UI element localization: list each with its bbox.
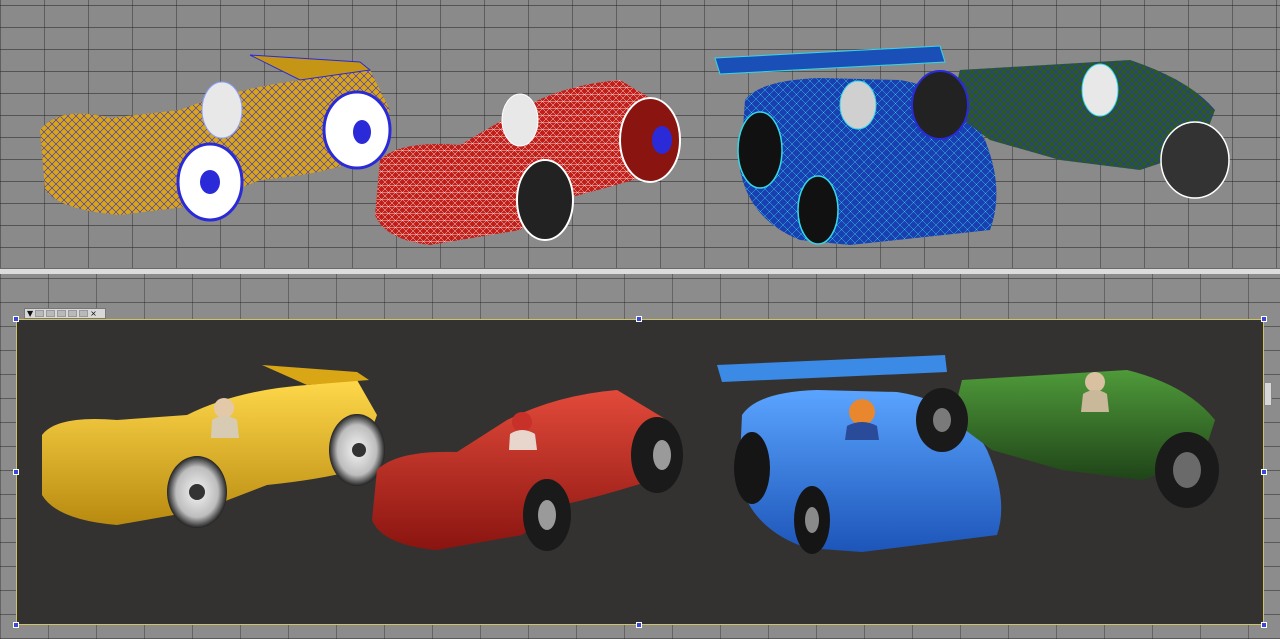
resize-handle-mid-left[interactable] bbox=[13, 469, 19, 475]
car-blue-render[interactable] bbox=[717, 355, 1002, 554]
render-window-toolbar: ▼ × bbox=[24, 308, 106, 319]
resize-handle-bottom-center[interactable] bbox=[636, 622, 642, 628]
car-yellow-render[interactable] bbox=[42, 365, 385, 528]
toolbar-slot-1[interactable] bbox=[35, 310, 45, 317]
resize-handle-top-right[interactable] bbox=[1261, 316, 1267, 322]
car-yellow-wireframe[interactable] bbox=[40, 54, 392, 222]
rendered-scene bbox=[42, 355, 1219, 554]
resize-handle-bottom-right[interactable] bbox=[1261, 622, 1267, 628]
wireframe-scene bbox=[40, 45, 1230, 245]
resize-handle-top-center[interactable] bbox=[636, 316, 642, 322]
resize-handle-bottom-left[interactable] bbox=[13, 622, 19, 628]
car-red-render[interactable] bbox=[372, 390, 683, 551]
resize-handle-mid-right[interactable] bbox=[1261, 469, 1267, 475]
toolbar-slot-3[interactable] bbox=[57, 310, 67, 317]
triangle-down-icon[interactable]: ▼ bbox=[27, 309, 33, 318]
render-window-side-tab[interactable] bbox=[1264, 382, 1272, 406]
viewport-top-wireframe[interactable] bbox=[0, 0, 1280, 270]
render-preview-window[interactable] bbox=[16, 319, 1264, 625]
toolbar-slot-2[interactable] bbox=[46, 310, 56, 317]
toolbar-slot-5[interactable] bbox=[79, 310, 89, 317]
car-red-wireframe[interactable] bbox=[375, 80, 681, 245]
close-icon[interactable]: × bbox=[90, 309, 97, 318]
resize-handle-top-left[interactable] bbox=[13, 316, 19, 322]
toolbar-slot-4[interactable] bbox=[68, 310, 78, 317]
